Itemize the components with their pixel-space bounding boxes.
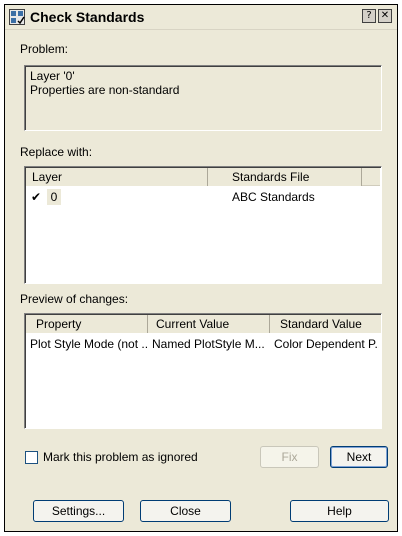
settings-button[interactable]: Settings... (33, 500, 124, 522)
ignore-problem-checkbox[interactable] (25, 451, 38, 464)
standard-value-cell[interactable]: Color Dependent P... (274, 336, 379, 352)
help-icon[interactable]: ? (362, 9, 376, 23)
ignore-problem-label[interactable]: Mark this problem as ignored (43, 450, 198, 464)
next-button[interactable]: Next (330, 446, 388, 468)
problem-label: Problem: (20, 42, 69, 56)
property-cell[interactable]: Plot Style Mode (not ... (30, 336, 148, 352)
preview-of-changes-label: Preview of changes: (20, 292, 129, 306)
app-icon (9, 9, 25, 25)
checkmark-icon: ✔ (31, 190, 42, 204)
current-value-cell[interactable]: Named PlotStyle M... (152, 336, 270, 352)
window-title: Check Standards (30, 9, 145, 25)
standards-file-cell[interactable]: ABC Standards (232, 189, 372, 205)
title-bar[interactable]: Check Standards ? ✕ (5, 5, 397, 30)
column-header-standards-file[interactable]: Standards File (208, 168, 362, 186)
close-icon[interactable]: ✕ (378, 9, 392, 23)
problem-line-detail: Properties are non-standard (30, 83, 180, 97)
column-header-layer[interactable]: Layer (26, 168, 208, 186)
problem-line-layer: Layer '0' (30, 69, 75, 83)
replace-with-label: Replace with: (20, 145, 93, 159)
layer-cell[interactable]: 0 (47, 189, 61, 205)
problem-description: Layer '0' Properties are non-standard (24, 65, 382, 131)
check-standards-dialog: Check Standards ? ✕ Problem: Layer '0' P… (4, 4, 398, 532)
help-button[interactable]: Help (290, 500, 389, 522)
column-header-current-value[interactable]: Current Value (148, 315, 270, 333)
replace-with-list[interactable]: Layer Standards File ✔ 0 ABC Standards (24, 166, 382, 284)
column-header-property[interactable]: Property (26, 315, 148, 333)
fix-button[interactable]: Fix (260, 446, 319, 468)
preview-changes-list[interactable]: Property Current Value Standard Value Pl… (24, 313, 382, 429)
close-button[interactable]: Close (140, 500, 231, 522)
column-header-standard-value[interactable]: Standard Value (270, 315, 381, 333)
